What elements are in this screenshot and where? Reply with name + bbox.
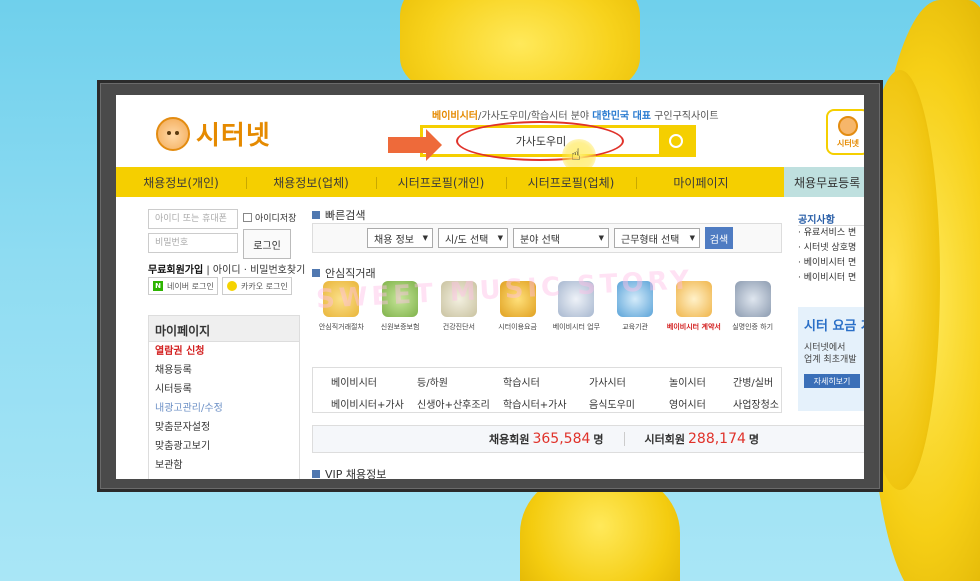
- mypage-item-job-register[interactable]: 채용등록: [149, 361, 299, 380]
- kakao-login-button[interactable]: 카카오 로그인: [222, 277, 292, 295]
- hand-cursor-icon: ☝: [571, 145, 581, 164]
- find-account-link[interactable]: | 아이디 · 비밀번호찾기: [203, 265, 305, 276]
- search-icon: [669, 134, 683, 148]
- nav-item-profile-personal[interactable]: 시터프로필(개인): [376, 174, 506, 191]
- login-form: 아이디 또는 휴대폰 비밀번호 아이디저장 로그인: [148, 209, 300, 259]
- sitter-member-count: 시터회원 288,174 명: [644, 431, 760, 447]
- quick-search-title: 빠른검색: [312, 207, 365, 223]
- divider: [623, 432, 625, 446]
- tagline: 베이비시터/가사도우미/학습시터 분야 대한민국 대표 구인구직사이트: [432, 111, 719, 122]
- mypage-menu: 마이페이지 열람권 신청 채용등록 시터등록 내광고관리/수정 맞춤문자설정 맞…: [148, 315, 300, 479]
- notice-item[interactable]: · 유료서비스 변: [798, 226, 864, 241]
- dropdown-icon: ▼: [689, 234, 695, 242]
- site-logo[interactable]: 시터넷: [156, 115, 271, 152]
- select-region[interactable]: 시/도 선택 ▼: [438, 228, 508, 248]
- category-links: 베이비시터 등/하원 학습시터 가사시터 놀이시터 간병/실버 베이비시터+가사…: [312, 367, 782, 413]
- promo-detail-button[interactable]: 자세히보기: [804, 374, 860, 388]
- recruit-member-count: 채용회원 365,584 명: [489, 431, 604, 447]
- id-field[interactable]: 아이디 또는 휴대폰: [148, 209, 238, 229]
- dropdown-icon: ▼: [422, 234, 428, 242]
- arrow-icon: [388, 129, 442, 161]
- nav-item-jobs-company[interactable]: 채용정보(업체): [246, 174, 376, 191]
- mypage-item-ad-manage[interactable]: 내광고관리/수정: [149, 399, 299, 418]
- bullet-icon: [312, 470, 320, 478]
- mascot-icon: [838, 115, 858, 136]
- notice-item[interactable]: · 베이비시터 면: [798, 271, 864, 286]
- mypage-title: 마이페이지: [149, 316, 299, 342]
- sns-login-row: N 네이버 로그인 카카오 로그인: [148, 277, 292, 295]
- main-nav: 채용정보(개인) 채용정보(업체) 시터프로필(개인) 시터프로필(업체) 마이…: [116, 167, 864, 197]
- notice-list: · 유료서비스 변 · 시터넷 상호명 · 베이비시터 면 · 베이비시터 면: [798, 225, 864, 286]
- category-link[interactable]: 영어시터: [669, 396, 733, 412]
- mypage-item-storage[interactable]: 보관함: [149, 456, 299, 475]
- password-field[interactable]: 비밀번호: [148, 233, 238, 253]
- naver-icon: N: [153, 281, 163, 291]
- quick-search-button[interactable]: 검색: [705, 227, 733, 249]
- search-button[interactable]: [659, 128, 693, 154]
- join-links: 무료회원가입 | 아이디 · 비밀번호찾기: [148, 261, 305, 276]
- naver-login-button[interactable]: N 네이버 로그인: [148, 277, 218, 295]
- member-stats: 채용회원 365,584 명 시터회원 288,174 명: [312, 425, 864, 453]
- mini-logo[interactable]: 시터넷: [826, 109, 864, 155]
- save-id-checkbox[interactable]: [243, 213, 252, 222]
- category-link[interactable]: 신생아+산후조리: [417, 396, 503, 412]
- bullet-icon: [312, 269, 320, 277]
- web-page: 시터넷 베이비시터/가사도우미/학습시터 분야 대한민국 대표 구인구직사이트 …: [116, 95, 864, 479]
- category-link[interactable]: 간병/실버: [733, 374, 793, 390]
- notice-item[interactable]: · 시터넷 상호명: [798, 241, 864, 256]
- mypage-item-pass[interactable]: 열람권 신청: [149, 342, 299, 361]
- select-work-type[interactable]: 근무형태 선택 ▼: [614, 228, 700, 248]
- category-link[interactable]: 베이비시터+가사: [331, 396, 417, 412]
- nav-item-free-register[interactable]: 채용무료등록: [784, 167, 864, 197]
- category-link[interactable]: 학습시터: [503, 374, 589, 390]
- nav-item-profile-company[interactable]: 시터프로필(업체): [506, 174, 636, 191]
- phone-icon: [734, 281, 771, 317]
- icon-verify[interactable]: 실명인증 하기: [726, 281, 780, 355]
- save-id-row[interactable]: 아이디저장: [243, 211, 296, 224]
- bullet-icon: [312, 211, 320, 219]
- category-link[interactable]: 등/하원: [417, 374, 503, 390]
- promo-banner[interactable]: 시터 요금 계 시터넷에서 업계 최초개발 자세히보기: [798, 307, 864, 411]
- category-link[interactable]: 음식도우미: [589, 396, 669, 412]
- kakao-icon: [227, 281, 237, 291]
- safe-deal-title: 안심직거래: [312, 265, 376, 281]
- category-link[interactable]: 가사시터: [589, 374, 669, 390]
- category-link[interactable]: 놀이시터: [669, 374, 733, 390]
- vip-title: VIP 채용정보: [312, 466, 386, 479]
- mypage-item-custom-ads[interactable]: 맞춤광고보기: [149, 437, 299, 456]
- category-link[interactable]: 학습시터+가사: [503, 396, 589, 412]
- mypage-item-sms-settings[interactable]: 맞춤문자설정: [149, 418, 299, 437]
- dropdown-icon: ▼: [598, 234, 604, 242]
- notice-item[interactable]: · 베이비시터 면: [798, 256, 864, 271]
- join-link[interactable]: 무료회원가입: [148, 265, 203, 276]
- category-link[interactable]: 베이비시터: [331, 374, 417, 390]
- quick-search: 채용 정보 ▼ 시/도 선택 ▼ 분야 선택 ▼ 근무형태 선택 ▼ 검색: [312, 223, 782, 253]
- login-button[interactable]: 로그인: [243, 229, 291, 259]
- monitor-frame: 시터넷 베이비시터/가사도우미/학습시터 분야 대한민국 대표 구인구직사이트 …: [97, 80, 883, 492]
- select-field[interactable]: 분야 선택 ▼: [513, 228, 609, 248]
- category-link[interactable]: 사업장청소: [733, 396, 793, 412]
- select-category[interactable]: 채용 정보 ▼: [367, 228, 433, 248]
- mypage-item-sitter-register[interactable]: 시터등록: [149, 380, 299, 399]
- highlight-circle: [456, 121, 624, 161]
- dropdown-icon: ▼: [497, 234, 503, 242]
- nav-item-mypage[interactable]: 마이페이지: [636, 174, 766, 191]
- nav-item-jobs-personal[interactable]: 채용정보(개인): [116, 174, 246, 191]
- notice-title[interactable]: 공지사항: [798, 211, 835, 226]
- mascot-icon: [156, 116, 190, 151]
- logo-text: 시터넷: [196, 121, 271, 151]
